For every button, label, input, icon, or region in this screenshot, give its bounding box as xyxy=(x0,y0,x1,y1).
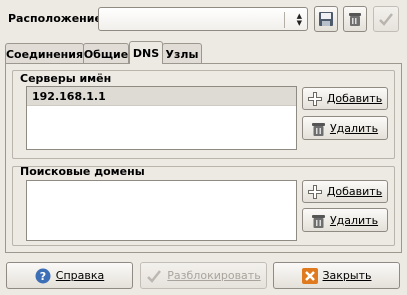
delete-name-server-button[interactable]: Удалить xyxy=(302,116,388,140)
help-label: Справка xyxy=(55,269,105,282)
combo-arrows-icon: ▲ ▼ xyxy=(296,12,302,27)
help-button[interactable]: ? Справка xyxy=(6,262,133,289)
delete-search-domain-button[interactable]: Удалить xyxy=(302,208,388,232)
name-servers-heading: Серверы имён xyxy=(20,72,112,85)
help-icon: ? xyxy=(35,268,51,283)
tab-hosts[interactable]: Узлы xyxy=(162,43,202,64)
unlock-label: Разблокировать xyxy=(167,269,261,282)
list-item[interactable]: 192.168.1.1 xyxy=(27,87,296,106)
tab-connections[interactable]: Соединения xyxy=(5,43,84,64)
tab-general[interactable]: Общие xyxy=(83,43,129,64)
name-servers-list[interactable]: 192.168.1.1 xyxy=(26,86,297,150)
apply-check-icon xyxy=(379,13,393,26)
unlock-button[interactable]: Разблокировать xyxy=(140,262,267,289)
location-combo[interactable]: ▲ ▼ xyxy=(98,7,308,31)
delete-icon xyxy=(349,13,361,26)
add-plus-icon xyxy=(307,184,322,199)
search-domains-heading: Поисковые домены xyxy=(20,165,145,178)
tab-dns[interactable]: DNS xyxy=(129,41,163,64)
delete-search-domain-label: Удалить xyxy=(329,213,379,227)
svg-text:?: ? xyxy=(40,270,46,283)
add-search-domain-button[interactable]: Добавить xyxy=(302,180,388,203)
name-server-value: 192.168.1.1 xyxy=(32,90,106,103)
save-location-button[interactable] xyxy=(314,6,338,32)
apply-location-button[interactable] xyxy=(373,6,399,32)
trash-icon xyxy=(311,214,325,228)
close-label: Закрыть xyxy=(322,269,372,282)
trash-icon xyxy=(311,122,325,136)
save-icon xyxy=(319,12,333,26)
close-x-icon xyxy=(301,267,318,284)
add-search-domain-label: Добавить xyxy=(326,185,383,198)
add-name-server-button[interactable]: Добавить xyxy=(302,87,388,110)
add-name-server-label: Добавить xyxy=(326,92,383,105)
search-domains-list[interactable] xyxy=(26,180,297,241)
close-button[interactable]: Закрыть xyxy=(273,262,400,289)
delete-name-server-label: Удалить xyxy=(329,121,379,135)
location-label: Расположение: xyxy=(8,12,107,25)
unlock-check-icon xyxy=(147,269,162,283)
add-plus-icon xyxy=(307,91,322,106)
delete-location-button[interactable] xyxy=(343,6,367,32)
